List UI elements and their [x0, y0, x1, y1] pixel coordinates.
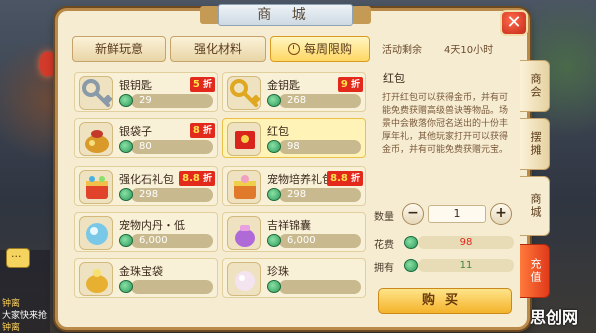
- shop-item[interactable]: 银袋子 8 折 80: [74, 118, 218, 158]
- item-price: 80: [131, 140, 213, 154]
- item-name: 珍珠: [267, 265, 289, 278]
- tab-enhance-materials[interactable]: 强化材料: [170, 36, 266, 62]
- shop-item[interactable]: 吉祥锦囊 6,000: [222, 212, 366, 252]
- discount-badge: 5 折: [189, 77, 215, 92]
- jade-coin-icon: [404, 259, 418, 272]
- chat-bubble-icon[interactable]: [6, 248, 30, 268]
- item-name: 金珠宝袋: [119, 265, 163, 278]
- buy-button[interactable]: 购买: [378, 288, 512, 314]
- shop-item[interactable]: 宠物内丹・低 6,000: [74, 212, 218, 252]
- item-name: 银袋子: [119, 125, 152, 138]
- discount-badge: 8 折: [189, 123, 215, 138]
- title-ornament-left: [200, 6, 220, 24]
- item-price: 98: [279, 140, 361, 154]
- shop-item[interactable]: 金钥匙 9 折 268: [222, 72, 366, 112]
- item-price: 298: [131, 188, 213, 202]
- gold-key-icon: [227, 76, 261, 110]
- jade-coin-icon: [404, 236, 418, 249]
- red-envelope-icon: [227, 122, 261, 156]
- discount-badge: 8.8 折: [327, 171, 363, 186]
- item-name: 强化石礼包: [119, 173, 174, 186]
- side-tab-recharge[interactable]: 充值: [520, 244, 550, 298]
- shop-item[interactable]: 宠物培养礼包 8.8 折 298: [222, 166, 366, 206]
- side-tab-mall[interactable]: 商城: [520, 176, 550, 236]
- tab-label: 每周限购: [303, 42, 352, 56]
- item-name: 金钥匙: [267, 79, 300, 92]
- jade-coin-icon: [267, 94, 281, 107]
- item-name: 银钥匙: [119, 79, 152, 92]
- tab-weekly-limited[interactable]: 每周限购: [270, 36, 370, 62]
- side-tab-chamber[interactable]: 商会: [520, 60, 550, 112]
- jade-coin-icon: [119, 280, 133, 293]
- item-name: 宠物培养礼包: [267, 173, 333, 186]
- detail-title: 红包: [383, 72, 405, 85]
- item-price: [279, 280, 361, 294]
- jade-coin-icon: [119, 234, 133, 247]
- quantity-decrease-button[interactable]: −: [402, 203, 424, 225]
- silver-key-icon: [79, 76, 113, 110]
- shop-item[interactable]: 强化石礼包 8.8 折 298: [74, 166, 218, 206]
- cost-value: 98: [418, 236, 514, 249]
- item-price: 6,000: [131, 234, 213, 248]
- jade-coin-icon: [267, 280, 281, 293]
- lantern-decoration: [40, 52, 56, 76]
- item-detail-panel: 红包 打开红包可以获得金币，并有可能免费获赠高级兽诀等物品。场景中会散落你冠名送…: [374, 66, 518, 318]
- shop-item[interactable]: 珍珠: [222, 258, 366, 298]
- jade-coin-icon: [119, 188, 133, 201]
- detail-description: 打开红包可以获得金币，并有可能免费获赠高级兽诀等物品。场景中会散落你冠名送出的十…: [382, 93, 509, 155]
- discount-badge: 8.8 折: [179, 171, 215, 186]
- item-name: 红包: [267, 125, 289, 138]
- item-grid: 银钥匙 5 折 29 金钥匙 9 折 268 银袋子 8 折 80 红包 98: [72, 68, 372, 330]
- gold-pearl-bag-icon: [79, 262, 113, 296]
- item-price: [131, 280, 213, 294]
- item-price: 298: [279, 188, 361, 202]
- item-name: 宠物内丹・低: [119, 219, 185, 232]
- shop-item[interactable]: 银钥匙 5 折 29: [74, 72, 218, 112]
- pet-core-icon: [79, 216, 113, 250]
- watermark: 思创网: [530, 308, 579, 327]
- jade-coin-icon: [267, 140, 281, 153]
- quantity-increase-button[interactable]: +: [490, 203, 512, 225]
- jade-coin-icon: [119, 94, 133, 107]
- event-remaining-value: 4天10小时: [444, 45, 494, 56]
- shop-item-selected[interactable]: 红包 98: [222, 118, 366, 158]
- title-ornament-right: [351, 6, 371, 24]
- own-label: 拥有: [374, 263, 394, 274]
- item-price: 29: [131, 94, 213, 108]
- chat-line: 钟离: [2, 323, 21, 333]
- quantity-input[interactable]: 1: [428, 205, 486, 223]
- window-title: 商 城: [218, 4, 353, 26]
- clock-icon: [287, 43, 300, 55]
- item-price: 6,000: [279, 234, 361, 248]
- shop-item[interactable]: 金珠宝袋: [74, 258, 218, 298]
- own-value: 11: [418, 259, 514, 272]
- tab-new-items[interactable]: 新鲜玩意: [72, 36, 166, 62]
- tab-label: 强化材料: [193, 42, 242, 56]
- side-tab-stall[interactable]: 摆摊: [520, 118, 550, 170]
- pearl-icon: [227, 262, 261, 296]
- quantity-label: 数量: [374, 212, 394, 223]
- enhance-stone-pack-icon: [79, 170, 113, 204]
- jade-coin-icon: [267, 188, 281, 201]
- close-button[interactable]: ✕: [500, 10, 528, 36]
- cost-label: 花费: [374, 240, 394, 251]
- discount-badge: 9 折: [337, 77, 363, 92]
- event-remaining-label: 活动剩余: [382, 45, 422, 56]
- jade-coin-icon: [119, 140, 133, 153]
- silver-bag-icon: [79, 122, 113, 156]
- lucky-pouch-icon: [227, 216, 261, 250]
- tab-label: 新鲜玩意: [94, 42, 143, 56]
- jade-coin-icon: [267, 234, 281, 247]
- item-price: 268: [279, 94, 361, 108]
- pet-training-pack-icon: [227, 170, 261, 204]
- item-name: 吉祥锦囊: [267, 219, 311, 232]
